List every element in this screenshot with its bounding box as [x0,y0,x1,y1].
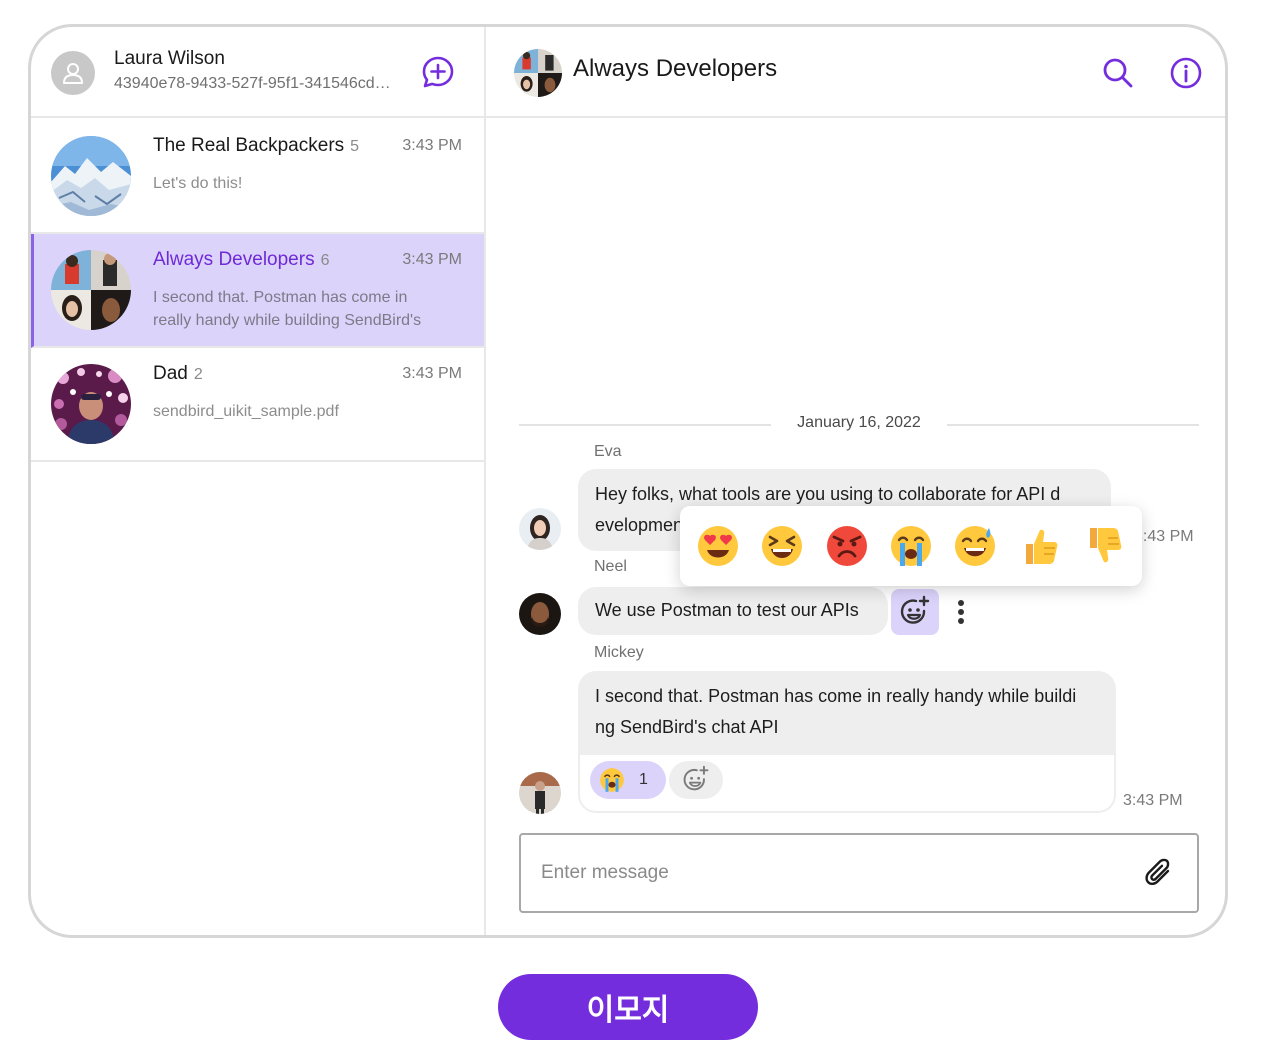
message-bubble[interactable]: We use Postman to test our APIs [578,587,888,635]
member-count: 2 [193,366,203,383]
app-window: Laura Wilson 43940e78-9433-527f-95f1-341… [28,24,1228,938]
search-icon[interactable] [1100,55,1136,91]
channel-time: 3:43 PM [402,365,462,382]
sender-avatar[interactable] [519,508,561,550]
channel-name: Always Developers [153,249,315,270]
reaction-pill[interactable]: 1 [590,761,666,799]
new-chat-icon[interactable] [420,54,456,90]
emoji-add-icon [900,595,930,624]
crying-emoji[interactable] [889,524,933,568]
conversation-panel: Always Developers January 16, 2022 Eva H… [486,27,1225,935]
group-avatar-image [51,250,131,330]
conversation-avatar [514,49,562,97]
channel-name: Dad [153,363,188,384]
channel-name: The Real Backpackers [153,135,345,156]
user-profile-header: Laura Wilson 43940e78-9433-527f-95f1-341… [31,27,484,118]
message-sender: Eva [594,443,622,460]
user-name: Laura Wilson [114,48,225,69]
message-sender: Neel [594,558,627,575]
message-sender: Mickey [594,644,644,661]
channel-avatar [51,364,131,444]
crying-emoji [600,768,624,792]
mountain-image [51,136,131,216]
member-count: 6 [320,252,330,269]
channel-last-message: Let's do this! [153,175,243,192]
message-time: 3:43 PM [1134,528,1194,545]
emoji-picker [680,506,1142,586]
add-reaction-button[interactable] [891,589,939,635]
emoji-add-icon [683,765,709,791]
person-icon [63,63,83,84]
channel-last-message: sendbird_uikit_sample.pdf [153,403,339,420]
user-avatar[interactable] [51,51,95,95]
neel-avatar-image [519,593,561,635]
message-input[interactable] [541,857,1121,889]
angry-emoji[interactable] [825,524,869,568]
sweat-smile-emoji[interactable] [953,524,997,568]
conversation-header: Always Developers [486,27,1225,118]
member-count: 5 [350,138,360,155]
dot [958,617,964,624]
eva-avatar-image [519,508,561,550]
channel-item-always-developers[interactable]: Always Developers 6 3:43 PM I second that… [31,234,484,348]
conversation-title: Always Developers [573,55,778,82]
sender-avatar[interactable] [519,593,561,635]
paperclip-icon[interactable] [1143,857,1175,889]
message-reactions: 1 [578,755,1116,813]
channel-time: 3:43 PM [402,251,462,268]
laughing-emoji[interactable] [760,524,804,568]
sender-avatar[interactable] [519,772,561,814]
bokeh-portrait-image [51,364,131,444]
reaction-count: 1 [639,771,648,788]
message-time: 3:43 PM [1123,792,1183,809]
message-more-button[interactable] [949,595,973,629]
dot [958,600,964,607]
channel-time: 3:43 PM [402,137,462,154]
date-separator: January 16, 2022 [519,412,1199,436]
thumbs-down-emoji[interactable] [1082,524,1126,568]
channel-last-message: I second that. Postman has come in reall… [153,289,422,329]
channel-avatar [51,136,131,216]
date-label: January 16, 2022 [797,414,921,431]
channel-list-panel: Laura Wilson 43940e78-9433-527f-95f1-341… [31,27,486,935]
info-icon[interactable] [1168,55,1204,91]
group-avatar-image [514,49,562,97]
emoji-feature-button[interactable]: 이모지 [498,974,758,1040]
dot [958,608,964,615]
thumbs-up-emoji[interactable] [1018,524,1062,568]
mickey-avatar-image [519,772,561,814]
heart-eyes-emoji[interactable] [696,524,740,568]
channel-avatar [51,250,131,330]
user-id: 43940e78-9433-527f-95f1-341546cd… [114,75,391,92]
message-input-container [519,833,1199,913]
channel-item-the-real-backpackers[interactable]: The Real Backpackers 5 3:43 PM Let's do t… [31,120,484,234]
channel-item-dad[interactable]: Dad 2 3:43 PM sendbird_uikit_sample.pdf [31,348,484,462]
add-reaction-button[interactable] [669,761,723,799]
